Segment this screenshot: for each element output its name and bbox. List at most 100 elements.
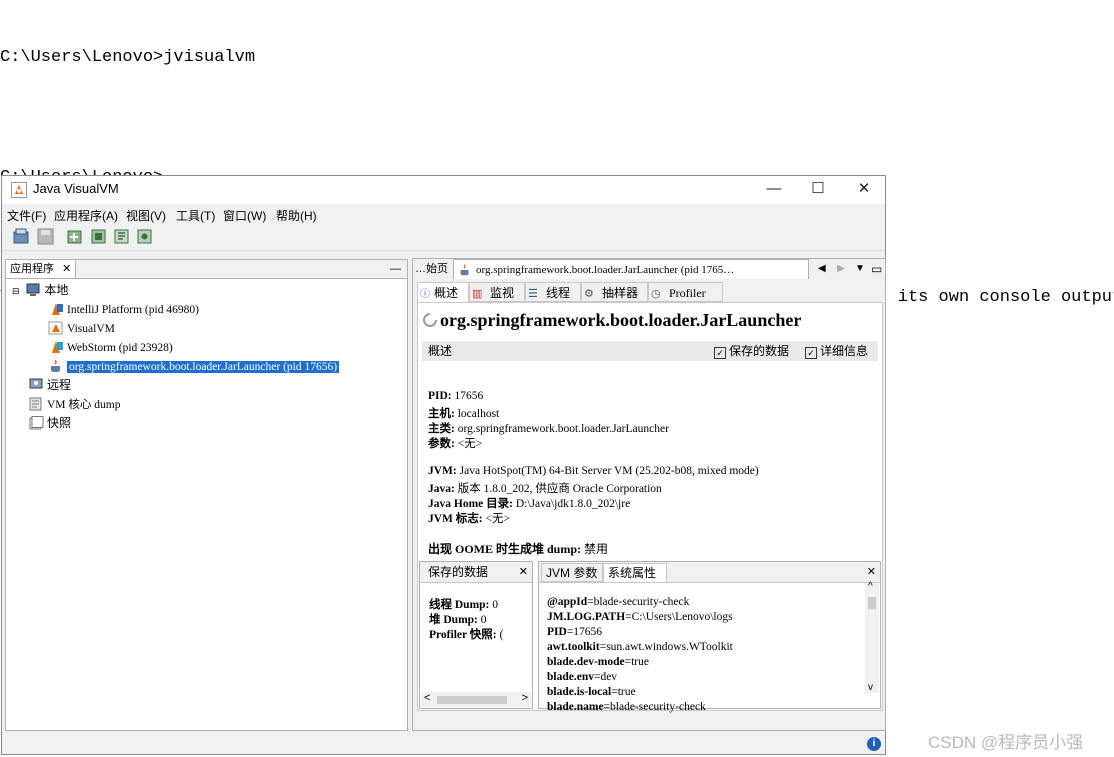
scroll-right-icon[interactable]: >	[522, 692, 528, 704]
thread-dump-icon[interactable]	[113, 228, 130, 245]
application-details-panel: …始页 org.springframework.boot.loader.JarL…	[412, 258, 886, 731]
tree-node-app[interactable]: VisualVM	[48, 319, 115, 337]
horizontal-scrollbar[interactable]: < >	[421, 692, 531, 707]
info-value: 禁用	[584, 542, 609, 556]
checkbox-icon: ✓	[805, 347, 817, 359]
java-cup-icon	[51, 359, 60, 372]
document-tabbar: …始页 org.springframework.boot.loader.JarL…	[413, 259, 885, 279]
thread-dump-count: 线程 Dump: 0	[429, 596, 498, 612]
tree-app-label: org.springframework.boot.loader.JarLaunc…	[67, 361, 340, 373]
info-value: Java HotSpot(TM) 64-Bit Server VM (25.20…	[459, 465, 759, 477]
page-title: org.springframework.boot.loader.JarLaunc…	[440, 310, 802, 330]
close-icon[interactable]: ✕	[519, 562, 528, 582]
info-arguments: 参数: <无>	[428, 435, 482, 451]
restore-window-icon[interactable]: ▭	[871, 259, 882, 279]
tree-node-vm-dump[interactable]: VM 核心 dump	[28, 395, 120, 413]
property-value: =C:\Users\Lenovo\logs	[625, 611, 733, 623]
tab-overview-label: 概述	[434, 286, 459, 300]
tab-jarlauncher[interactable]: org.springframework.boot.loader.JarLaunc…	[453, 259, 809, 279]
title-bar[interactable]: Java VisualVM — ☐ ✕	[2, 176, 885, 204]
tab-threads-label: 线程	[546, 286, 571, 300]
scroll-tabs-left-icon[interactable]: ◀	[818, 259, 826, 279]
menu-window[interactable]: 窗口(W)	[223, 207, 266, 224]
tab-list-icon[interactable]: ▼	[855, 259, 865, 279]
heap-dump-icon[interactable]	[90, 228, 107, 245]
close-icon[interactable]: ✕	[62, 263, 71, 275]
tree-node-local[interactable]: ⊟ 本地	[12, 281, 68, 299]
property-key: awt.toolkit	[547, 641, 600, 653]
menu-file[interactable]: 文件(F)	[7, 207, 46, 224]
info-value: localhost	[457, 408, 500, 420]
maximize-button[interactable]: ☐	[795, 176, 841, 204]
saved-data-checkbox[interactable]: ✓ 保存的数据	[714, 341, 789, 361]
property-row: blade.dev-mode=true	[547, 656, 649, 668]
tab-overview[interactable]: ⓘ 概述	[417, 282, 469, 302]
profiler-snapshot-icon[interactable]	[136, 228, 153, 245]
menu-view[interactable]: 视图(V)	[126, 207, 166, 224]
details-checkbox[interactable]: ✓ 详细信息	[805, 341, 868, 361]
tree-node-snapshot[interactable]: 快照	[28, 414, 71, 432]
menu-bar: 文件(F) 应用程序(A) 视图(V) 工具(T) 窗口(W) 帮助(H)	[2, 204, 885, 224]
tab-profiler[interactable]: ◷ Profiler	[648, 282, 723, 302]
scrollbar-thumb[interactable]	[437, 696, 507, 704]
info-label: 主机:	[428, 408, 455, 420]
property-value: =true	[611, 686, 636, 698]
vertical-scrollbar[interactable]: ^ v	[865, 581, 879, 693]
menu-application[interactable]: 应用程序(A)	[54, 207, 118, 224]
property-row: JM.LOG.PATH=C:\Users\Lenovo\logs	[547, 611, 733, 623]
tab-system-properties[interactable]: 系统属性	[603, 563, 667, 582]
info-label: 出现 OOME 时生成堆 dump:	[428, 542, 582, 556]
tab-threads[interactable]: ☰ 线程	[525, 282, 581, 302]
scrollbar-thumb[interactable]	[868, 597, 876, 609]
tree-app-label: WebStorm (pid 23928)	[67, 342, 173, 354]
tree-node-app[interactable]: IntelliJ Platform (pid 46980)	[48, 300, 199, 318]
close-button[interactable]: ✕	[841, 176, 887, 204]
tree-node-app-selected[interactable]: org.springframework.boot.loader.JarLaunc…	[48, 357, 340, 375]
info-label: 主类:	[428, 423, 455, 435]
visualvm-window: Java VisualVM — ☐ ✕ 文件(F) 应用程序(A) 视图(V) …	[1, 175, 886, 755]
info-notification-icon[interactable]: i	[867, 737, 881, 751]
property-key: blade.name	[547, 701, 604, 713]
info-value: <无>	[457, 438, 483, 450]
close-icon[interactable]: ✕	[867, 562, 876, 582]
minimize-panel-icon[interactable]: —	[390, 260, 401, 278]
tab-start-page[interactable]: …始页	[415, 259, 448, 279]
info-java-home: Java Home 目录: D:\Java\jdk1.8.0_202\jre	[428, 495, 630, 511]
remote-icon	[29, 378, 43, 389]
add-jmx-connection-icon[interactable]	[66, 228, 83, 245]
details-label: 详细信息	[820, 344, 869, 358]
info-label: PID:	[428, 390, 452, 402]
property-row: awt.toolkit=sun.awt.windows.WToolkit	[547, 641, 733, 653]
tab-applications[interactable]: 应用程序 ✕	[6, 260, 77, 278]
menu-tools[interactable]: 工具(T)	[176, 207, 215, 224]
overview-content: org.springframework.boot.loader.JarLaunc…	[417, 302, 883, 713]
visualvm-app-icon	[11, 182, 27, 198]
tree-app-label: VisualVM	[67, 323, 115, 335]
tree-node-remote[interactable]: 远程	[28, 376, 71, 394]
scroll-left-icon[interactable]: <	[424, 692, 430, 704]
property-value: =dev	[593, 671, 618, 683]
scroll-down-icon[interactable]: v	[868, 682, 873, 693]
info-value: <无>	[485, 513, 510, 525]
tree-node-app[interactable]: WebStorm (pid 23928)	[48, 338, 173, 356]
property-value: =blade-security-check	[603, 701, 706, 713]
load-snapshot-icon[interactable]	[13, 228, 30, 245]
property-value: =17656	[566, 626, 603, 638]
loading-spinner-icon	[423, 313, 437, 327]
tab-jvm-args[interactable]: JVM 参数	[541, 563, 603, 582]
save-icon[interactable]	[37, 228, 54, 245]
sampler-icon: ⚙	[584, 288, 594, 300]
minimize-button[interactable]: —	[751, 176, 797, 204]
tab-sampler[interactable]: ⚙ 抽样器	[581, 282, 648, 302]
info-value: org.springframework.boot.loader.JarLaunc…	[457, 423, 669, 435]
menu-help[interactable]: 帮助(H)	[276, 207, 317, 224]
scroll-tabs-right-icon[interactable]: ▶	[837, 259, 845, 279]
info-pid: PID: 17656	[428, 390, 483, 402]
status-bar: i	[2, 732, 885, 754]
properties-tabbar: JVM 参数 系统属性 ✕	[539, 562, 880, 583]
tab-monitor[interactable]: ▥ 监视	[469, 282, 525, 302]
collapse-icon[interactable]: ⊟	[12, 282, 22, 300]
core-dump-icon	[29, 397, 42, 411]
property-key: blade.dev-mode	[547, 656, 625, 668]
scroll-up-icon[interactable]: ^	[868, 581, 873, 592]
